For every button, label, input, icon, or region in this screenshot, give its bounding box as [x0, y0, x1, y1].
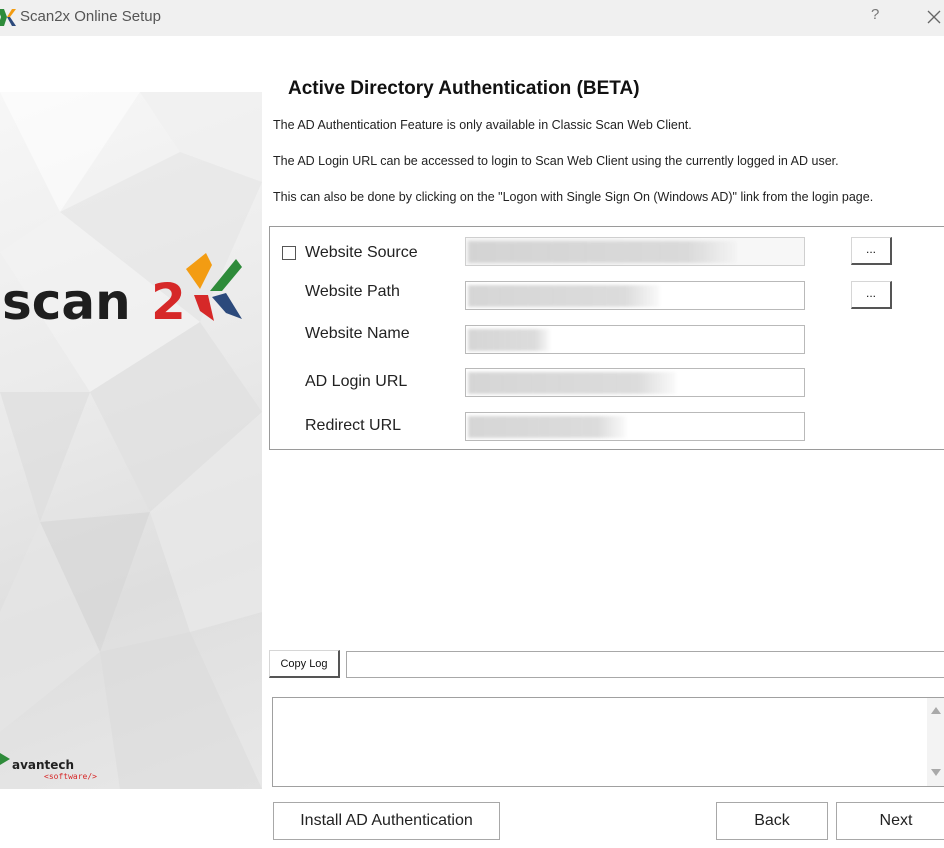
help-button[interactable]: ? — [871, 6, 879, 23]
redacted-value — [468, 372, 676, 394]
install-ad-authentication-button[interactable]: Install AD Authentication — [273, 802, 500, 840]
log-output[interactable] — [272, 697, 944, 787]
website-source-browse-button[interactable]: ... — [851, 237, 892, 265]
info-line: This can also be done by clicking on the… — [273, 190, 874, 204]
website-source-checkbox[interactable] — [282, 246, 296, 260]
website-path-label: Website Path — [305, 283, 400, 300]
website-name-label: Website Name — [305, 325, 410, 342]
log-status-field — [346, 651, 944, 678]
close-icon[interactable] — [926, 9, 942, 25]
redacted-value — [468, 285, 660, 307]
redacted-value — [468, 241, 736, 263]
vendor-tagline: <software/> — [44, 772, 97, 781]
scroll-up-icon[interactable] — [931, 707, 941, 714]
ad-login-url-input[interactable] — [465, 368, 805, 397]
avantech-logo: avantech <software/> — [0, 753, 97, 781]
logo-text: scan — [2, 273, 131, 328]
website-path-input[interactable] — [465, 281, 805, 310]
redirect-url-label: Redirect URL — [305, 417, 402, 434]
logo-digit: 2 — [151, 273, 186, 328]
scroll-down-icon[interactable] — [931, 769, 941, 776]
window-title: Scan2x Online Setup — [20, 8, 161, 25]
website-path-browse-button[interactable]: ... — [851, 281, 892, 309]
background-pattern — [0, 92, 262, 789]
scan2x-logo: scan 2 — [2, 253, 242, 328]
app-icon — [0, 9, 16, 26]
next-button[interactable]: Next — [836, 802, 944, 840]
page-heading: Active Directory Authentication (BETA) — [288, 78, 640, 99]
website-name-input[interactable] — [465, 325, 805, 354]
vendor-name: avantech — [12, 758, 74, 772]
branding-panel: scan 2 avantech <software/> — [0, 92, 262, 789]
redacted-value — [468, 329, 550, 351]
website-source-label: Website Source — [305, 244, 418, 261]
info-line: The AD Authentication Feature is only av… — [273, 118, 692, 132]
info-line: The AD Login URL can be accessed to logi… — [273, 154, 839, 168]
website-source-input[interactable] — [465, 237, 805, 266]
redacted-value — [468, 416, 626, 438]
back-button[interactable]: Back — [716, 802, 828, 840]
copy-log-button[interactable]: Copy Log — [269, 650, 340, 678]
ad-login-url-label: AD Login URL — [305, 373, 408, 390]
title-bar: Scan2x Online Setup ? — [0, 0, 944, 36]
redirect-url-input[interactable] — [465, 412, 805, 441]
